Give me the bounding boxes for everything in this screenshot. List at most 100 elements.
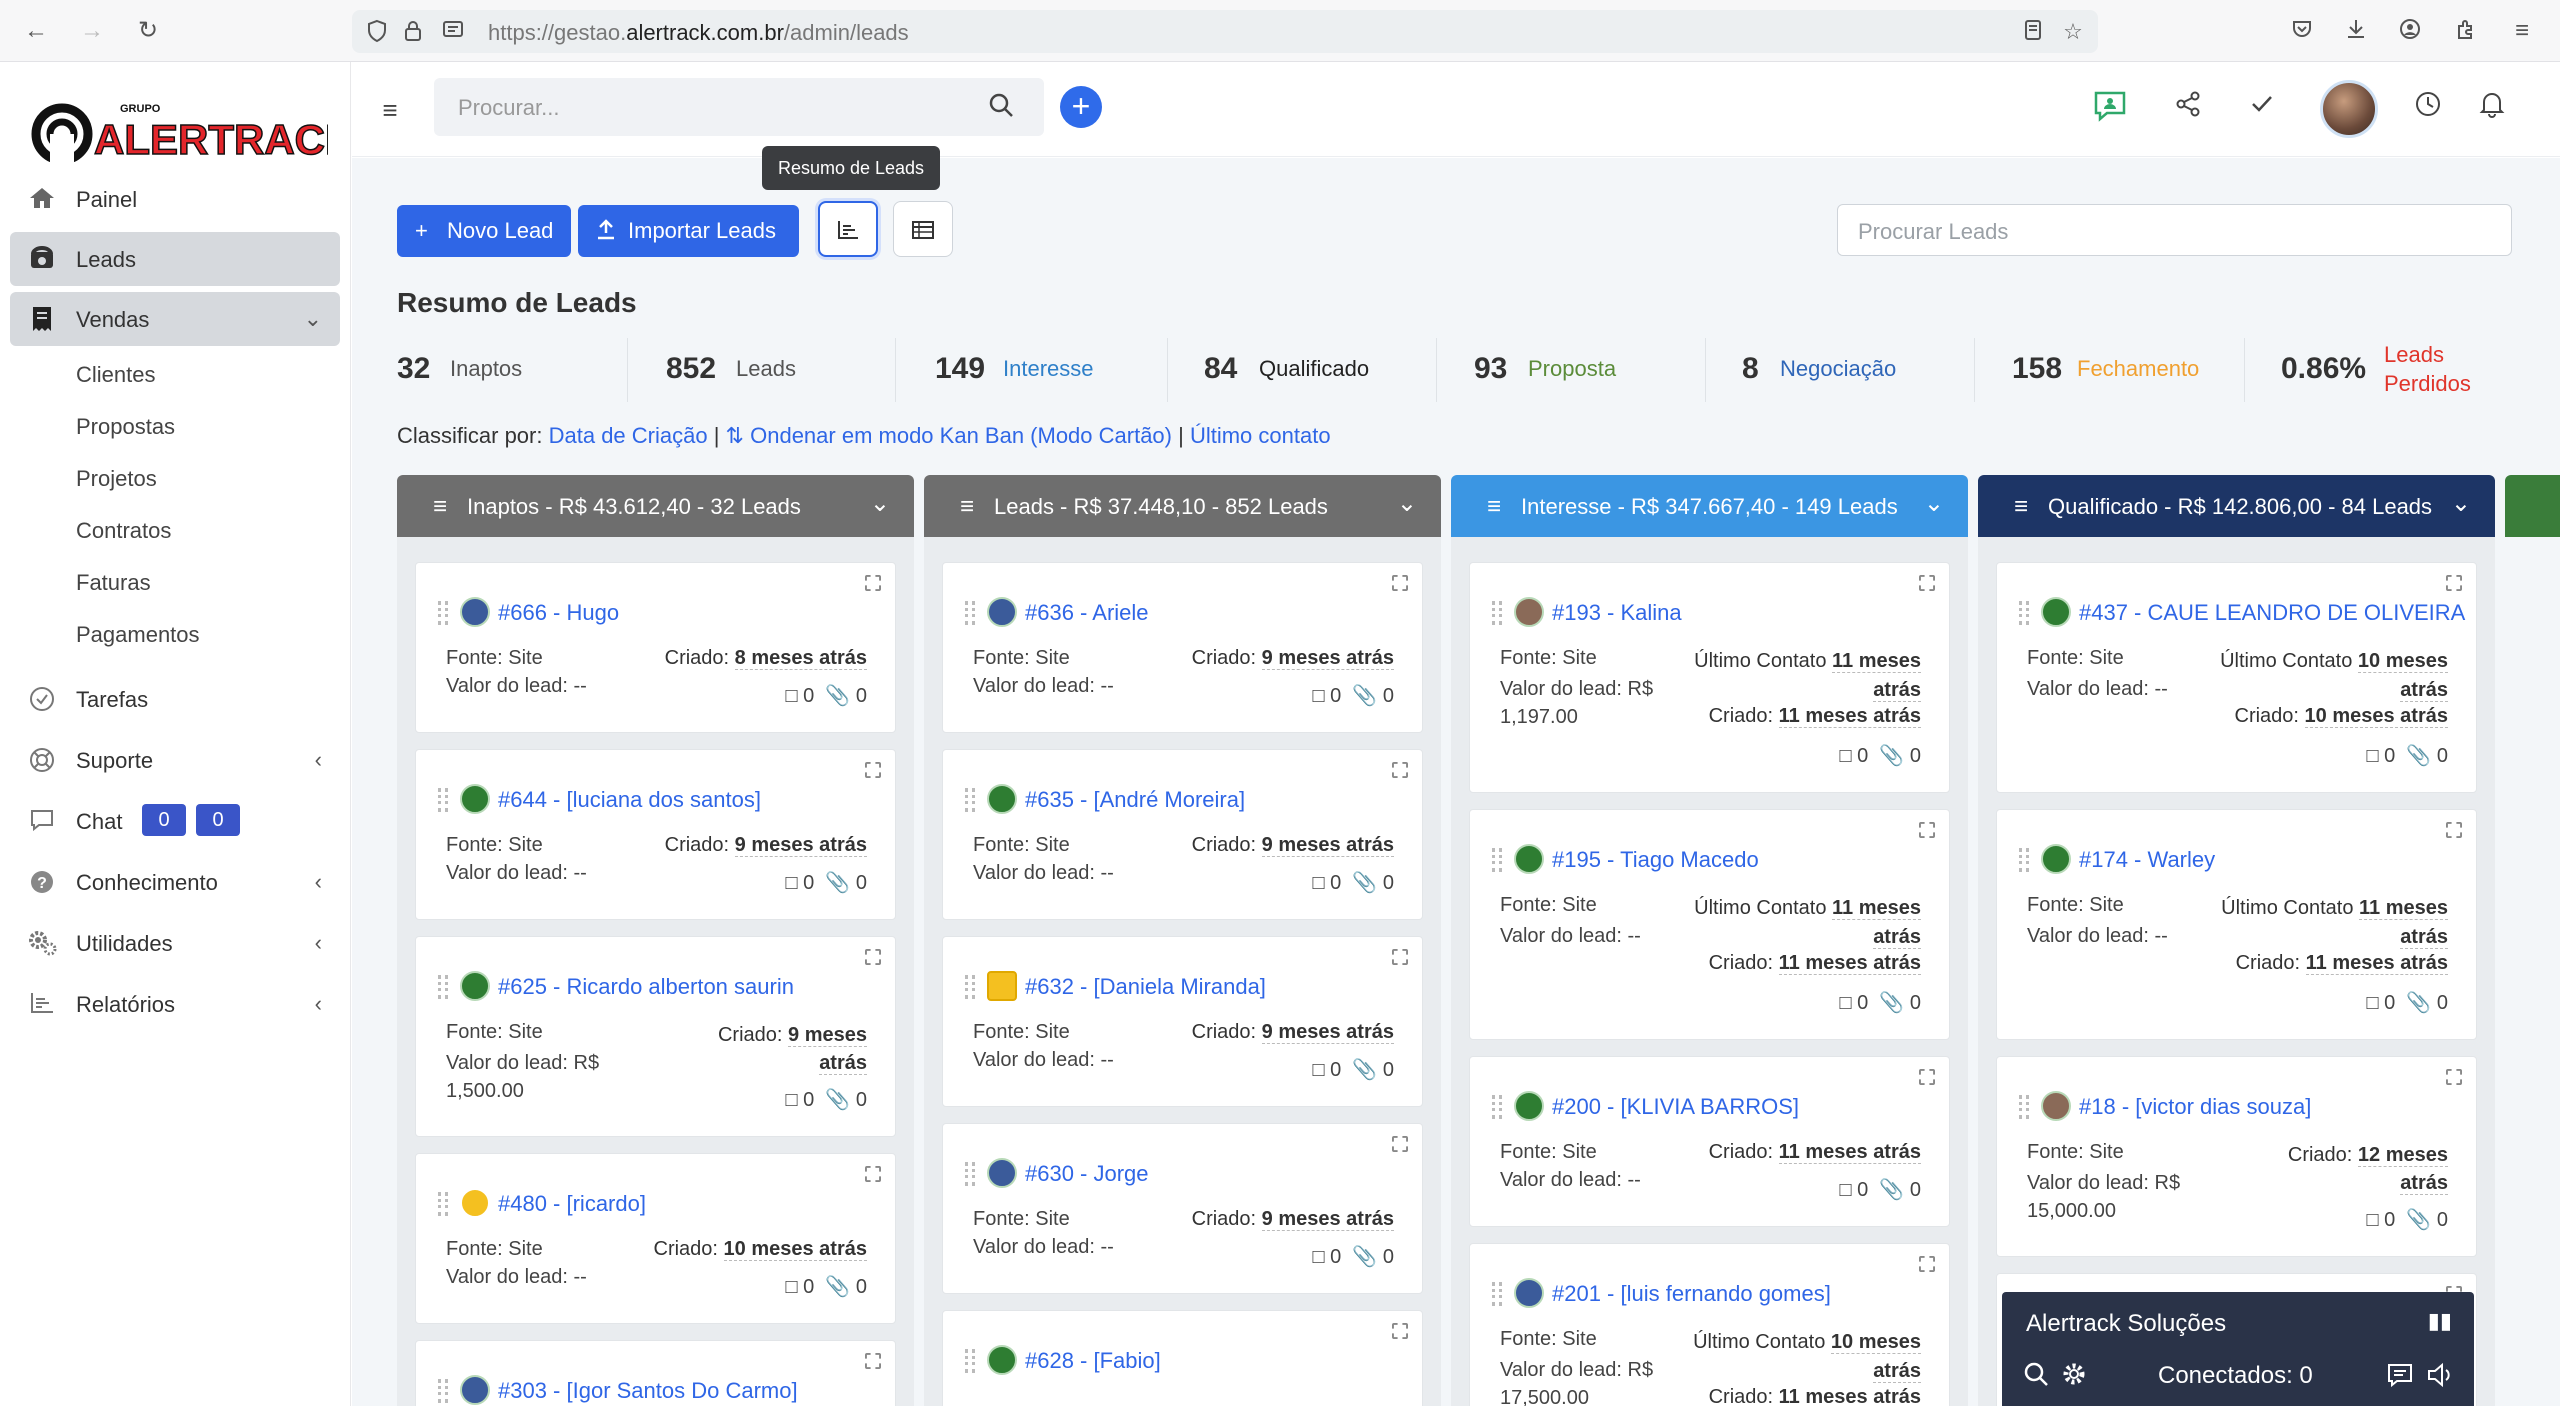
share-icon[interactable] <box>2170 90 2206 126</box>
expand-icon[interactable] <box>865 1166 881 1182</box>
lead-card[interactable]: #437 - CAUE LEANDRO DE OLIVEIRA Fonte: S… <box>1996 562 2477 793</box>
lead-card[interactable]: #201 - [luis fernando gomes] Fonte: Site… <box>1469 1243 1950 1406</box>
column-header[interactable]: ≡ Interesse - R$ 347.667,40 - 149 Leads … <box>1451 475 1968 537</box>
drag-handle-icon[interactable] <box>1492 848 1502 872</box>
lead-title-link[interactable]: #666 - Hugo <box>498 600 619 626</box>
shield-icon[interactable] <box>364 19 390 45</box>
lead-title-link[interactable]: #625 - Ricardo alberton saurin <box>498 974 794 1000</box>
lead-card[interactable]: #18 - [victor dias souza] Fonte: Site Va… <box>1996 1056 2477 1257</box>
sort-by-last-contact-link[interactable]: Último contato <box>1190 423 1331 448</box>
bookmark-star-icon[interactable]: ☆ <box>2060 19 2086 45</box>
chevron-down-icon[interactable]: ⌄ <box>870 489 890 518</box>
download-icon[interactable] <box>2342 17 2370 45</box>
lead-title-link[interactable]: #635 - [André Moreira] <box>1025 787 1245 813</box>
drag-handle-icon[interactable] <box>438 601 448 625</box>
drag-handle-icon[interactable] <box>965 975 975 999</box>
user-avatar[interactable] <box>2320 80 2378 138</box>
speaker-icon[interactable] <box>2426 1362 2456 1393</box>
sidebar-item-conhecimento[interactable]: ? Conhecimento ‹ <box>10 855 340 909</box>
url-text[interactable]: https://gestao.alertrack.com.br/admin/le… <box>488 20 909 46</box>
back-arrow-icon[interactable]: ← <box>22 17 50 45</box>
sort-kanban-link[interactable]: ⇅ Ondenar em modo Kan Ban (Modo Cartão) <box>726 423 1172 448</box>
expand-icon[interactable] <box>2446 822 2462 838</box>
drag-handle-icon[interactable] <box>1492 1095 1502 1119</box>
lead-title-link[interactable]: #628 - [Fabio] <box>1025 1348 1161 1374</box>
lead-card[interactable]: #630 - Jorge Fonte: Site Valor do lead: … <box>942 1123 1423 1294</box>
column-header[interactable]: ≡ Leads - R$ 37.448,10 - 852 Leads ⌄ <box>924 475 1441 537</box>
expand-icon[interactable] <box>1919 575 1935 591</box>
expand-icon[interactable] <box>1392 1323 1408 1339</box>
page-info-icon[interactable] <box>440 19 466 45</box>
new-lead-button[interactable]: + Novo Lead <box>397 205 571 257</box>
forward-arrow-icon[interactable]: → <box>78 17 106 45</box>
chat-widget[interactable]: Alertrack Soluções ▮▮ Conectados: 0 <box>2002 1292 2474 1406</box>
sidebar-item-leads[interactable]: Leads <box>10 232 340 286</box>
sidebar-item-relatorios[interactable]: Relatórios ‹ <box>10 977 340 1031</box>
drag-handle-icon[interactable] <box>1492 601 1502 625</box>
drag-handle-icon[interactable] <box>438 788 448 812</box>
lead-card[interactable]: #636 - Ariele Fonte: Site Valor do lead:… <box>942 562 1423 733</box>
lead-title-link[interactable]: #632 - [Daniela Miranda] <box>1025 974 1266 1000</box>
reload-icon[interactable]: ↻ <box>134 17 162 45</box>
drag-handle-icon[interactable] <box>2019 1095 2029 1119</box>
chat-support-icon[interactable] <box>2092 90 2128 126</box>
lead-title-link[interactable]: #18 - [victor dias souza] <box>2079 1094 2311 1120</box>
expand-icon[interactable] <box>2446 1069 2462 1085</box>
expand-icon[interactable] <box>1392 762 1408 778</box>
expand-icon[interactable] <box>865 575 881 591</box>
lead-card[interactable]: #625 - Ricardo alberton saurin Fonte: Si… <box>415 936 896 1137</box>
clock-icon[interactable] <box>2410 90 2446 126</box>
pocket-icon[interactable] <box>2288 17 2316 45</box>
lead-card[interactable]: #195 - Tiago Macedo Fonte: Site Valor do… <box>1469 809 1950 1040</box>
lead-title-link[interactable]: #480 - [ricardo] <box>498 1191 646 1217</box>
sidebar-subitem-faturas[interactable]: Faturas <box>76 570 151 596</box>
lead-card[interactable]: #644 - [luciana dos santos] Fonte: Site … <box>415 749 896 920</box>
lead-title-link[interactable]: #437 - CAUE LEANDRO DE OLIVEIRA <box>2079 600 2465 626</box>
lead-title-link[interactable]: #644 - [luciana dos santos] <box>498 787 761 813</box>
search-icon[interactable] <box>988 92 1014 125</box>
drag-handle-icon[interactable] <box>965 601 975 625</box>
lead-title-link[interactable]: #200 - [KLIVIA BARROS] <box>1552 1094 1799 1120</box>
bell-icon[interactable] <box>2474 90 2510 126</box>
drag-handle-icon[interactable] <box>965 1162 975 1186</box>
lead-search-input[interactable]: Procurar Leads <box>1837 204 2512 256</box>
lead-card[interactable]: #666 - Hugo Fonte: Site Valor do lead: -… <box>415 562 896 733</box>
expand-icon[interactable] <box>1392 1136 1408 1152</box>
column-header[interactable]: ≡ Inaptos - R$ 43.612,40 - 32 Leads ⌄ <box>397 475 914 537</box>
messages-icon[interactable] <box>2386 1362 2414 1393</box>
drag-handle-icon[interactable] <box>2019 848 2029 872</box>
account-icon[interactable] <box>2396 17 2424 45</box>
lead-card[interactable]: #480 - [ricardo] Fonte: Site Valor do le… <box>415 1153 896 1324</box>
sidebar-item-chat[interactable]: Chat 0 0 <box>10 794 340 848</box>
expand-icon[interactable] <box>865 762 881 778</box>
drag-handle-icon[interactable] <box>2019 601 2029 625</box>
expand-icon[interactable] <box>865 949 881 965</box>
drag-handle-icon[interactable] <box>438 975 448 999</box>
expand-icon[interactable] <box>1919 1256 1935 1272</box>
expand-icon[interactable] <box>1919 822 1935 838</box>
lead-title-link[interactable]: #303 - [Igor Santos Do Carmo] <box>498 1378 798 1404</box>
menu-icon[interactable]: ≡ <box>2508 17 2536 45</box>
lead-card[interactable]: #632 - [Daniela Miranda] Fonte: Site Val… <box>942 936 1423 1107</box>
chevron-down-icon[interactable]: ⌄ <box>1397 489 1417 518</box>
hamburger-menu-icon[interactable]: ≡ <box>372 92 408 128</box>
expand-icon[interactable] <box>2446 575 2462 591</box>
sidebar-item-vendas[interactable]: Vendas ⌄ <box>10 292 340 346</box>
drag-handle-icon[interactable] <box>438 1379 448 1403</box>
sidebar-subitem-projetos[interactable]: Projetos <box>76 466 157 492</box>
chevron-down-icon[interactable]: ⌄ <box>1924 489 1944 518</box>
gear-icon[interactable] <box>2060 1360 2088 1393</box>
table-view-button[interactable] <box>893 201 953 257</box>
sidebar-item-tarefas[interactable]: Tarefas <box>10 672 340 726</box>
extensions-icon[interactable] <box>2452 17 2480 45</box>
sidebar-item-painel[interactable]: Painel <box>10 172 340 226</box>
reader-mode-icon[interactable] <box>2020 19 2046 45</box>
sidebar-item-suporte[interactable]: Suporte ‹ <box>10 733 340 787</box>
sort-by-created-link[interactable]: Data de Criação <box>549 423 708 448</box>
expand-icon[interactable] <box>1919 1069 1935 1085</box>
drag-handle-icon[interactable] <box>965 788 975 812</box>
lead-title-link[interactable]: #636 - Ariele <box>1025 600 1149 626</box>
sidebar-subitem-pagamentos[interactable]: Pagamentos <box>76 622 200 648</box>
alertrack-logo[interactable]: GRUPO ALERTRACK <box>28 82 356 165</box>
drag-handle-icon[interactable] <box>1492 1282 1502 1306</box>
